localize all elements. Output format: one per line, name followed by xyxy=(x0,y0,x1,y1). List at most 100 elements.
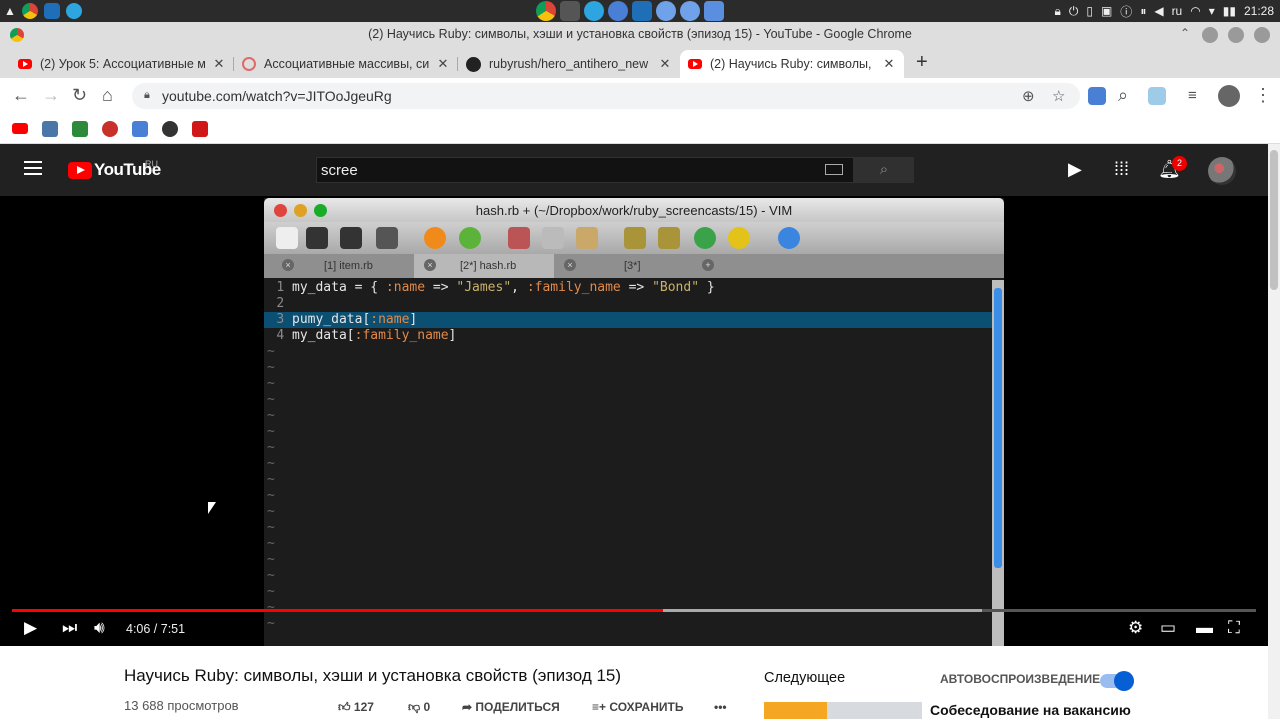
info-icon[interactable]: ⓘ xyxy=(1120,3,1132,20)
close-icon[interactable]: ✕ xyxy=(212,56,226,72)
chrome-taskbar-icon[interactable] xyxy=(21,3,38,19)
power-icon[interactable]: ⏻ xyxy=(1069,4,1079,19)
next-icon[interactable]: ⏭ xyxy=(62,618,77,638)
vscode-icon[interactable] xyxy=(632,1,652,21)
more-actions-button[interactable]: ••• xyxy=(714,700,727,714)
wifi-icon[interactable]: ◠ xyxy=(1190,4,1200,18)
like-button[interactable]: 👍︎ 127 xyxy=(338,700,374,715)
apps-icon[interactable]: ⁞⁞⁞ xyxy=(1114,159,1129,180)
back-icon[interactable]: ← xyxy=(12,85,30,106)
hamburger-menu-icon[interactable] xyxy=(24,161,42,175)
tab-2[interactable]: Ассоциативные массивы, си ✕ xyxy=(234,50,458,78)
recommended-thumbnail[interactable] xyxy=(764,702,922,719)
tool-icon[interactable] xyxy=(608,1,628,21)
profile-avatar[interactable] xyxy=(1218,85,1240,107)
create-video-icon[interactable]: ▶︎ xyxy=(1068,159,1082,180)
minimize-button[interactable] xyxy=(1202,27,1218,43)
lock-icon[interactable]: 🔒︎ xyxy=(1054,4,1060,19)
app-icon[interactable] xyxy=(656,1,676,21)
avatar[interactable] xyxy=(1208,157,1236,185)
translate-icon[interactable]: ⊕ xyxy=(1022,87,1035,105)
bookmark-icon[interactable] xyxy=(162,121,178,137)
close-icon[interactable]: ✕ xyxy=(882,56,896,72)
share-icon: ➦ xyxy=(462,700,473,714)
search-button[interactable]: ⌕ xyxy=(854,157,914,183)
menu-icon[interactable]: ⋮ xyxy=(1254,85,1272,106)
clock[interactable]: 21:28 xyxy=(1244,4,1274,18)
translate-extension-icon[interactable] xyxy=(1088,87,1106,105)
new-tab-button[interactable]: + xyxy=(916,51,928,74)
vk-bookmark-icon[interactable] xyxy=(42,121,58,137)
video-player[interactable]: hash.rb + (~/Dropbox/work/ruby_screencas… xyxy=(0,196,1268,646)
theater-mode-icon[interactable]: ▬ xyxy=(1196,618,1213,638)
toolbar: ← → ↻ ⌂ 🔒︎ youtube.com/watch?v=JITOoJgeu… xyxy=(0,78,1280,114)
pause-icon[interactable]: ⏸ xyxy=(1140,4,1146,19)
vim-tab-close-icon: × xyxy=(564,259,576,271)
chevron-up-icon[interactable]: ⌃ xyxy=(1180,26,1190,40)
miniplayer-icon[interactable]: ▭ xyxy=(1160,618,1176,638)
chrome-icon[interactable] xyxy=(536,1,556,21)
dislike-button[interactable]: 👎︎ 0 xyxy=(408,700,430,715)
star-icon[interactable]: ☆ xyxy=(1052,87,1065,105)
reading-list-icon[interactable]: ≡ xyxy=(1188,87,1197,104)
autoplay-toggle[interactable] xyxy=(1100,671,1134,691)
radiation-icon xyxy=(728,227,750,249)
tab-label: (2) Научись Ruby: символы, xyxy=(710,57,872,71)
youtube-logo-icon[interactable] xyxy=(68,162,92,179)
vim-tab-close-icon: × xyxy=(424,259,436,271)
progress-bar[interactable] xyxy=(12,609,1256,612)
recommended-title[interactable]: Собеседование на вакансию xyxy=(930,702,1131,718)
home-icon[interactable]: ⌂ xyxy=(102,85,113,106)
telegram-taskbar-icon[interactable] xyxy=(65,3,82,19)
play-icon[interactable]: ▶ xyxy=(24,618,37,638)
search-icon[interactable]: ⌕ xyxy=(1118,85,1128,106)
empty-line-marker: ~ xyxy=(267,344,275,359)
battery-icon[interactable]: ▮▮ xyxy=(1223,4,1236,18)
address-bar[interactable]: 🔒︎ youtube.com/watch?v=JITOoJgeuRg ⊕ ☆ xyxy=(132,83,1080,109)
bookmark-icon[interactable] xyxy=(72,121,88,137)
close-icon[interactable]: ✕ xyxy=(658,56,672,72)
share-button[interactable]: ➦ ПОДЕЛИТЬСЯ xyxy=(462,700,560,714)
chevron-down-icon[interactable]: ▾ xyxy=(1209,4,1215,18)
tab-4-active[interactable]: (2) Научись Ruby: символы, ✕ xyxy=(680,50,904,78)
close-button[interactable] xyxy=(1254,27,1270,43)
maximize-button[interactable] xyxy=(1228,27,1244,43)
telegram-icon[interactable] xyxy=(584,1,604,21)
line-number: 4 xyxy=(276,328,292,343)
settings-gear-icon[interactable]: ⚙ xyxy=(1128,618,1143,638)
search-input[interactable]: scree xyxy=(316,157,854,183)
close-icon[interactable]: ✕ xyxy=(436,56,450,72)
menu-icon[interactable]: ▲ xyxy=(4,4,16,18)
install-icon[interactable] xyxy=(704,1,724,21)
empty-line-marker: ~ xyxy=(267,456,275,471)
bookmark-icon[interactable] xyxy=(192,121,208,137)
fullscreen-icon[interactable]: ⛶ xyxy=(1228,618,1240,638)
help-icon xyxy=(778,227,800,249)
run-icon xyxy=(694,227,716,249)
volume-icon[interactable]: 🔊︎ xyxy=(94,618,105,638)
keyboard-layout[interactable]: ru xyxy=(1172,4,1183,18)
bookmark-icon[interactable] xyxy=(102,121,118,137)
tab-3[interactable]: rubyrush/hero_antihero_new ✕ xyxy=(458,50,680,78)
extension-icon[interactable] xyxy=(1148,87,1166,105)
save-button[interactable]: ≡+ СОХРАНИТЬ xyxy=(592,700,683,714)
vim-toolbar xyxy=(264,222,1004,254)
url-text[interactable]: youtube.com/watch?v=JITOoJgeuRg xyxy=(162,88,392,104)
tab-1[interactable]: (2) Урок 5: Ассоциативные м ✕ xyxy=(10,50,234,78)
page-scrollbar[interactable] xyxy=(1268,144,1280,719)
empty-line-marker: ~ xyxy=(267,568,275,583)
youtube-bookmark-icon[interactable] xyxy=(12,123,28,134)
reload-icon[interactable]: ↻ xyxy=(72,85,87,106)
lock-icon[interactable]: 🔒︎ xyxy=(144,89,150,102)
volume-icon[interactable]: ◀ xyxy=(1154,4,1163,18)
app2-icon[interactable] xyxy=(680,1,700,21)
search-value[interactable]: scree xyxy=(321,162,358,179)
code-line: 4 my_data[:family_name] xyxy=(264,328,994,344)
clipboard-icon[interactable]: ▯ xyxy=(1086,4,1093,18)
terminal-icon[interactable] xyxy=(560,1,580,21)
vscode-taskbar-icon[interactable] xyxy=(43,3,60,19)
keyboard-icon[interactable] xyxy=(825,164,843,175)
display-icon[interactable]: ▣ xyxy=(1101,4,1112,18)
translate-bookmark-icon[interactable] xyxy=(132,121,148,137)
forward-icon[interactable]: → xyxy=(42,85,60,106)
